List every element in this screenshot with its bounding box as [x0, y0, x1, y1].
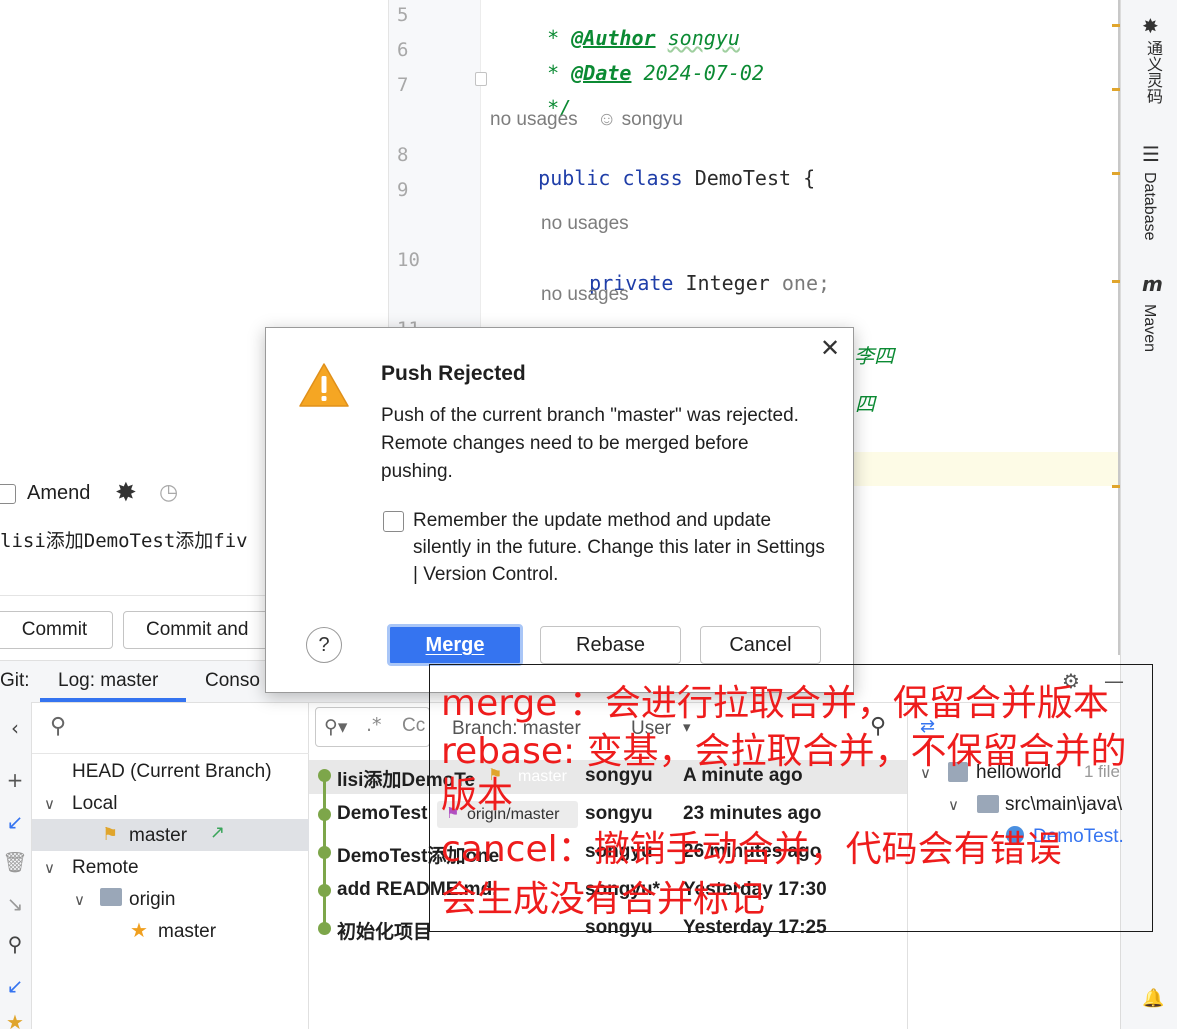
- chevron-down-icon[interactable]: ∨: [44, 859, 55, 877]
- code-line-8: public class DemoTest {: [538, 166, 816, 190]
- code-line-7: */: [547, 96, 572, 120]
- commit-node: [318, 769, 331, 782]
- commit-node: [318, 922, 331, 935]
- line-number: 7: [397, 74, 409, 96]
- database-icon[interactable]: ☰: [1142, 142, 1160, 166]
- star-icon[interactable]: ★: [0, 1010, 30, 1029]
- tree-local[interactable]: Local: [72, 793, 117, 815]
- search-icon: ⚲▾: [324, 716, 348, 738]
- notifications-icon[interactable]: 🔔: [1142, 988, 1164, 1009]
- git-left-toolbar: ‹ + ↙ 🗑 ↘ ⚲ ↙ ★: [0, 702, 32, 1029]
- commit-message[interactable]: DemoTest: [337, 803, 427, 825]
- close-icon[interactable]: ✕: [820, 336, 840, 360]
- delete-icon[interactable]: 🗑: [0, 850, 30, 874]
- code-line-10: private Integer one;: [589, 271, 831, 295]
- fold-icon[interactable]: [475, 72, 487, 86]
- commit-and-push-button[interactable]: Commit and: [123, 611, 283, 649]
- folder-icon: [100, 888, 122, 906]
- add-icon[interactable]: +: [0, 768, 30, 792]
- tool-tongyi[interactable]: 通义灵码: [1140, 40, 1164, 104]
- chevron-down-icon[interactable]: ∨: [44, 795, 55, 813]
- regex-icon[interactable]: .*: [366, 714, 382, 736]
- star-icon: ★: [130, 918, 148, 942]
- maven-icon[interactable]: m: [1142, 272, 1163, 296]
- annotation-cancel: cancel：撤销手动合并，代码会有错误: [441, 829, 1062, 870]
- usage-hint[interactable]: no usages: [541, 284, 629, 306]
- commit-message[interactable]: 初始化项目: [337, 917, 432, 944]
- merge-button[interactable]: Merge: [387, 624, 523, 666]
- dialog-title: Push Rejected: [381, 362, 526, 385]
- search-icon: ⚲: [50, 714, 67, 739]
- outgoing-arrow-icon: ↗: [210, 822, 226, 843]
- line-number: 9: [397, 179, 409, 201]
- commit-node: [318, 808, 331, 821]
- tree-local-master[interactable]: master: [129, 825, 187, 847]
- amend-checkbox[interactable]: [0, 484, 16, 504]
- line-number: 6: [397, 39, 409, 61]
- user-icon: ☺: [596, 109, 617, 130]
- annotation-rebase-cont: 版本: [441, 775, 514, 816]
- usage-hint[interactable]: no usages: [541, 213, 629, 235]
- search-icon[interactable]: ⚲: [0, 932, 30, 956]
- rebase-button[interactable]: Rebase: [540, 626, 681, 664]
- code-fragment: 四: [855, 392, 875, 416]
- line-number: 8: [397, 144, 409, 166]
- dialog-message: Push of the current branch "master" was …: [381, 405, 799, 482]
- tree-origin-master[interactable]: master: [158, 921, 216, 943]
- tree-origin[interactable]: origin: [129, 889, 175, 911]
- commit-message-input[interactable]: lisi添加DemoTest添加fiv: [0, 518, 275, 596]
- cancel-button[interactable]: Cancel: [700, 626, 821, 664]
- remember-label[interactable]: Remember the update method and update si…: [413, 507, 833, 588]
- chevron-left-icon[interactable]: ‹: [0, 716, 30, 740]
- annotation-merge: merge ：会进行拉取合并，保留合并版本: [441, 683, 1109, 724]
- commit-node: [318, 846, 331, 859]
- branches-search[interactable]: ⚲: [32, 702, 309, 754]
- annotation-cancel-cont: 会生成没有合并标记: [441, 879, 766, 920]
- chevron-down-icon[interactable]: ∨: [74, 891, 85, 909]
- update-icon[interactable]: ↙: [0, 810, 30, 834]
- annotation-rebase: rebase: 变基，会拉取合并，不保留合并的: [441, 731, 1127, 772]
- line-number: 5: [397, 4, 409, 26]
- warning-icon: [299, 363, 349, 407]
- log-search-input[interactable]: ⚲▾ .* Cc: [315, 707, 430, 747]
- usage-hint[interactable]: no usages ☺ songyu: [490, 109, 683, 131]
- history-icon[interactable]: ◷: [159, 480, 178, 505]
- fetch-icon[interactable]: ↘: [0, 892, 30, 916]
- edit-icon[interactable]: ↙: [0, 974, 30, 998]
- commit-node: [318, 884, 331, 897]
- tree-head[interactable]: HEAD (Current Branch): [72, 761, 272, 783]
- tool-database[interactable]: Database: [1140, 172, 1158, 241]
- line-number: 10: [397, 249, 420, 271]
- match-case-icon[interactable]: Cc: [402, 715, 425, 737]
- tongyi-commit-icon[interactable]: ✸: [115, 478, 137, 508]
- tongyi-icon[interactable]: ✸: [1142, 14, 1159, 38]
- tag-icon: ⚑: [102, 824, 119, 845]
- remember-checkbox[interactable]: [383, 511, 404, 532]
- commit-button[interactable]: Commit: [0, 611, 113, 649]
- amend-label[interactable]: Amend: [27, 482, 90, 505]
- tab-git: Git:: [0, 670, 30, 691]
- tab-console[interactable]: Conso: [205, 670, 260, 692]
- tree-remote[interactable]: Remote: [72, 857, 139, 879]
- help-button[interactable]: ?: [306, 627, 342, 663]
- tool-maven[interactable]: Maven: [1140, 304, 1158, 352]
- tab-log-master[interactable]: Log: master: [58, 670, 158, 692]
